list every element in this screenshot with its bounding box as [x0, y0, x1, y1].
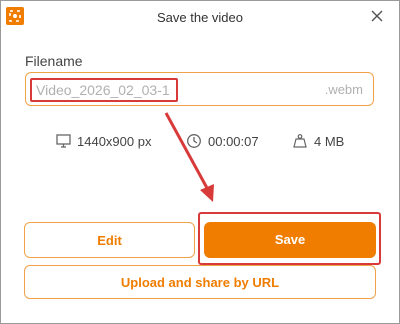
monitor-icon	[56, 134, 71, 148]
title-bar: Save the video	[1, 1, 399, 33]
filename-label: Filename	[25, 53, 83, 69]
duration-value: 00:00:07	[208, 134, 259, 149]
filename-extension: .webm	[324, 82, 363, 97]
clock-icon	[187, 134, 201, 148]
edit-button[interactable]: Edit	[24, 222, 195, 258]
close-icon[interactable]	[369, 8, 385, 24]
size-value: 4 MB	[314, 134, 345, 149]
filename-highlight-box	[30, 78, 178, 102]
save-highlight-box	[198, 212, 381, 265]
weight-icon	[293, 134, 307, 148]
upload-share-button[interactable]: Upload and share by URL	[24, 265, 376, 299]
dialog-title: Save the video	[156, 10, 243, 25]
resolution-value: 1440x900 px	[77, 134, 152, 149]
